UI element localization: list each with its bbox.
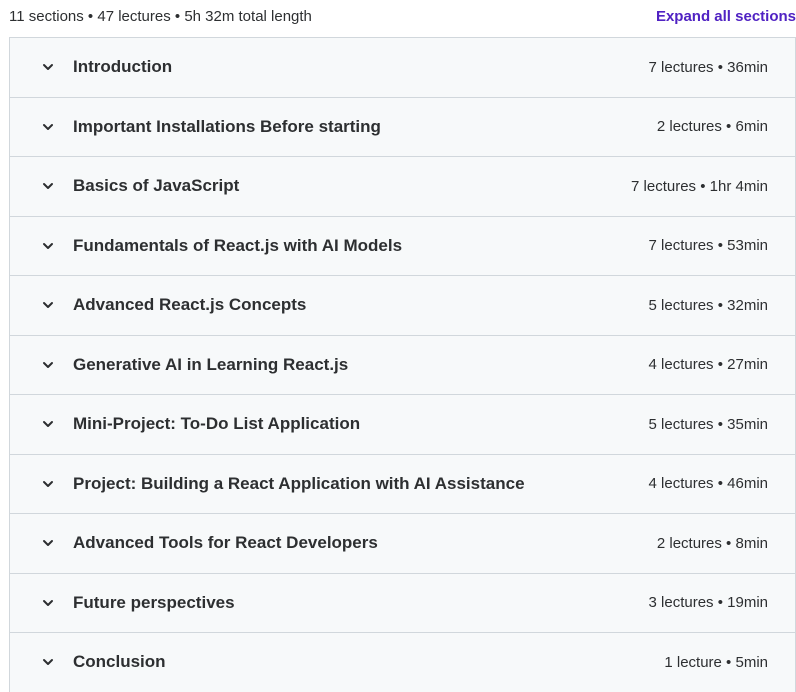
chevron-down-icon	[40, 654, 56, 670]
section-header[interactable]: Advanced Tools for React Developers 2 le…	[10, 514, 795, 574]
section-meta: 1 lecture • 5min	[664, 653, 768, 671]
section-meta: 7 lectures • 53min	[648, 237, 768, 255]
chevron-down-icon	[40, 416, 56, 432]
chevron-down-icon	[40, 535, 56, 551]
chevron-down-icon	[40, 59, 56, 75]
section-header[interactable]: Advanced React.js Concepts 5 lectures • …	[10, 276, 795, 336]
section-title: Future perspectives	[73, 592, 235, 612]
chevron-down-icon	[40, 297, 56, 313]
course-curriculum: 11 sections • 47 lectures • 5h 32m total…	[0, 0, 796, 692]
section-header[interactable]: Project: Building a React Application wi…	[10, 454, 795, 514]
section-title: Generative AI in Learning React.js	[73, 354, 349, 374]
section-title: Fundamentals of React.js with AI Models	[73, 235, 403, 255]
section-header[interactable]: Basics of JavaScript 7 lectures • 1hr 4m…	[10, 157, 795, 217]
section-header[interactable]: Conclusion 1 lecture • 5min	[10, 633, 795, 692]
section-header[interactable]: Generative AI in Learning React.js 4 lec…	[10, 335, 795, 395]
section-meta: 4 lectures • 46min	[648, 475, 768, 493]
section-meta: 5 lectures • 32min	[648, 296, 768, 314]
section-title: Introduction	[73, 57, 173, 77]
section-meta: 2 lectures • 6min	[656, 118, 768, 136]
section-meta: 2 lectures • 8min	[656, 534, 768, 552]
chevron-down-icon	[40, 595, 56, 611]
section-meta: 4 lectures • 27min	[648, 356, 768, 374]
chevron-down-icon	[40, 357, 56, 373]
section-header[interactable]: Future perspectives 3 lectures • 19min	[10, 573, 795, 633]
section-title: Advanced React.js Concepts	[73, 295, 307, 315]
curriculum-summary: 11 sections • 47 lectures • 5h 32m total…	[9, 7, 312, 25]
section-title: Advanced Tools for React Developers	[73, 533, 378, 553]
section-header[interactable]: Important Installations Before starting …	[10, 97, 795, 157]
section-title: Project: Building a React Application wi…	[73, 473, 525, 493]
section-meta: 7 lectures • 1hr 4min	[631, 177, 768, 195]
section-header[interactable]: Introduction 7 lectures • 36min	[10, 38, 795, 98]
section-list: Introduction 7 lectures • 36min Importan…	[9, 37, 796, 692]
section-title: Mini-Project: To-Do List Application	[73, 414, 361, 434]
chevron-down-icon	[40, 178, 56, 194]
section-meta: 7 lectures • 36min	[648, 58, 768, 76]
section-meta: 5 lectures • 35min	[648, 415, 768, 433]
section-title: Basics of JavaScript	[73, 176, 240, 196]
curriculum-summary-bar: 11 sections • 47 lectures • 5h 32m total…	[0, 0, 796, 32]
chevron-down-icon	[40, 476, 56, 492]
section-meta: 3 lectures • 19min	[648, 594, 768, 612]
section-header[interactable]: Fundamentals of React.js with AI Models …	[10, 216, 795, 276]
expand-all-sections-button[interactable]: Expand all sections	[656, 8, 796, 25]
chevron-down-icon	[40, 238, 56, 254]
section-header[interactable]: Mini-Project: To-Do List Application 5 l…	[10, 395, 795, 455]
chevron-down-icon	[40, 119, 56, 135]
section-title: Conclusion	[73, 652, 166, 672]
section-title: Important Installations Before starting	[73, 116, 381, 136]
